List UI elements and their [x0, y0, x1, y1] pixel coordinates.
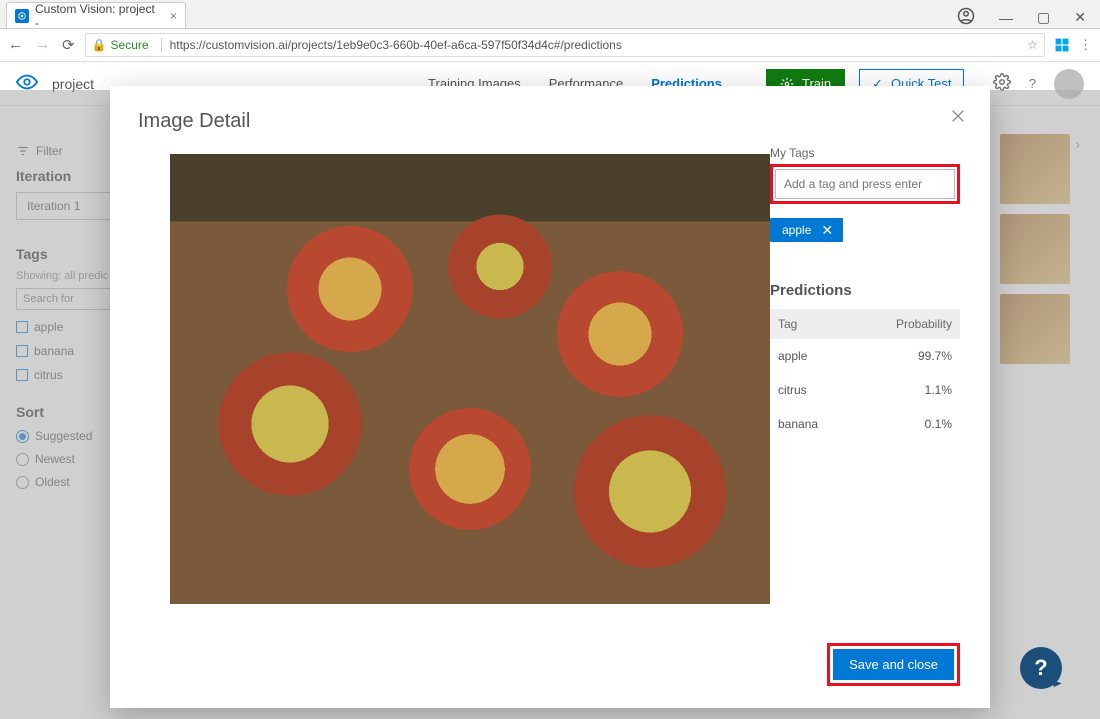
predictions-header: Tag Probability: [770, 309, 960, 339]
prediction-row: apple99.7%: [770, 339, 960, 373]
browser-tabbar: Custom Vision: project - × — ▢ ✕: [0, 0, 1100, 29]
back-icon[interactable]: ←: [8, 36, 23, 54]
modal-close-icon[interactable]: [950, 108, 966, 127]
tab-favicon: [15, 9, 29, 23]
save-highlight: Save and close: [827, 643, 960, 686]
help-fab[interactable]: ?: [1020, 647, 1062, 689]
help-icon[interactable]: ?: [1029, 76, 1036, 91]
minimize-icon[interactable]: —: [999, 10, 1013, 26]
close-icon[interactable]: ✕: [1074, 9, 1086, 26]
window-controls: — ▢ ✕: [957, 7, 1100, 28]
secure-label: Secure: [111, 38, 149, 52]
image-detail-modal: Image Detail My Tags apple ✕ Predictions…: [110, 86, 990, 708]
prediction-row: citrus1.1%: [770, 373, 960, 407]
windows-icon[interactable]: [1055, 38, 1069, 52]
lock-icon: 🔒: [92, 38, 107, 52]
menu-icon[interactable]: ⋮: [1079, 37, 1092, 53]
modal-right-column: My Tags apple ✕ Predictions Tag Probabil…: [770, 146, 960, 441]
address-bar: ← → ⟳ 🔒 Secure https://customvision.ai/p…: [0, 29, 1100, 62]
reload-icon[interactable]: ⟳: [62, 36, 75, 54]
chip-remove-icon[interactable]: ✕: [821, 223, 833, 237]
url-box[interactable]: 🔒 Secure https://customvision.ai/project…: [85, 33, 1045, 57]
save-and-close-button[interactable]: Save and close: [833, 649, 954, 680]
tab-close-icon[interactable]: ×: [170, 9, 177, 23]
tag-chip-apple[interactable]: apple ✕: [770, 218, 843, 242]
forward-icon[interactable]: →: [35, 36, 50, 54]
maximize-icon[interactable]: ▢: [1037, 9, 1050, 26]
image-preview: [170, 154, 770, 604]
mytags-label: My Tags: [770, 146, 960, 160]
prediction-row: banana0.1%: [770, 407, 960, 441]
predictions-title: Predictions: [770, 282, 960, 299]
account-icon[interactable]: [957, 7, 975, 28]
bookmark-icon[interactable]: ☆: [1027, 38, 1038, 52]
tab-title: Custom Vision: project -: [35, 2, 162, 30]
tag-input[interactable]: [775, 169, 955, 199]
url-text: https://customvision.ai/projects/1eb9e0c…: [170, 38, 622, 52]
modal-title: Image Detail: [138, 110, 962, 133]
predictions-table: Tag Probability apple99.7% citrus1.1% ba…: [770, 309, 960, 441]
browser-tab[interactable]: Custom Vision: project - ×: [6, 2, 186, 28]
tag-input-highlight: [770, 164, 960, 204]
